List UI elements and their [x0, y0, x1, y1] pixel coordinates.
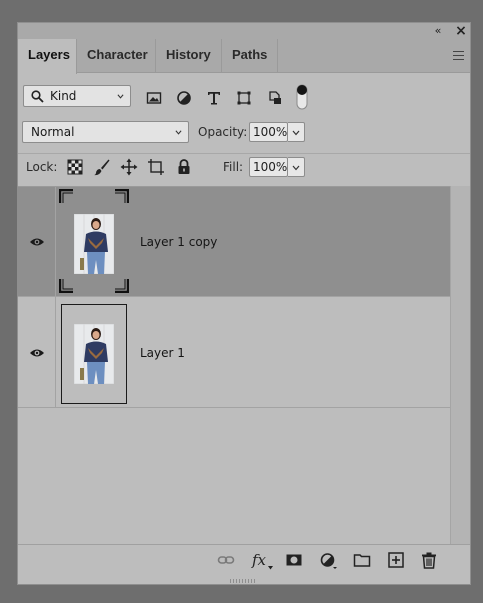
- adjustment-filter-icon[interactable]: [175, 89, 193, 107]
- layer-name[interactable]: Layer 1: [140, 346, 185, 360]
- blend-mode-value: Normal: [31, 125, 75, 139]
- chevron-down-icon: [292, 130, 300, 136]
- chevron-down-icon: [117, 94, 124, 99]
- layer-thumbnail[interactable]: [61, 304, 127, 404]
- opacity-label: Opacity:: [198, 125, 248, 139]
- link-layers-icon[interactable]: [217, 551, 235, 569]
- collapse-icon[interactable]: «: [431, 23, 445, 39]
- layer-thumbnail[interactable]: [59, 189, 129, 293]
- lock-position-icon[interactable]: [120, 158, 138, 176]
- layer-row-layer-1-copy[interactable]: Layer 1 copy: [18, 187, 451, 297]
- lock-artboard-icon[interactable]: [147, 158, 165, 176]
- tab-layers[interactable]: Layers: [18, 39, 77, 74]
- search-icon: [31, 90, 44, 103]
- new-group-icon[interactable]: [353, 551, 371, 569]
- lock-all-icon[interactable]: [175, 158, 193, 176]
- lock-pixels-icon[interactable]: [93, 158, 111, 176]
- blend-mode-select[interactable]: Normal: [22, 121, 189, 143]
- panel-tab-bar: Layers Character History Paths: [18, 39, 470, 74]
- chevron-down-icon: [175, 130, 182, 135]
- layers-scrollbar[interactable]: [450, 186, 470, 544]
- panel-title-bar: « ×: [18, 23, 470, 40]
- fill-input[interactable]: 100%: [249, 157, 288, 177]
- layers-panel: « × Layers Character History Paths Kind: [17, 22, 471, 585]
- layer-row-layer-1[interactable]: Layer 1: [18, 297, 451, 408]
- filter-row: Kind: [18, 83, 470, 113]
- smart-object-filter-icon[interactable]: [266, 89, 284, 107]
- lock-transparent-icon[interactable]: [66, 158, 84, 176]
- filter-kind-select[interactable]: Kind: [23, 85, 131, 107]
- fill-label: Fill:: [223, 160, 244, 174]
- filter-toggle-icon[interactable]: [296, 84, 308, 110]
- visibility-column-divider: [55, 297, 56, 407]
- layer-photo-thumbnail: [74, 214, 114, 274]
- fx-dropdown-icon: [268, 566, 273, 570]
- resize-grip[interactable]: [230, 579, 256, 583]
- shape-filter-icon[interactable]: [235, 89, 253, 107]
- delete-layer-icon[interactable]: [420, 551, 438, 569]
- tab-character[interactable]: Character: [77, 39, 156, 73]
- fx-icon[interactable]: fx: [252, 551, 266, 569]
- tab-paths[interactable]: Paths: [222, 39, 278, 73]
- tab-history[interactable]: History: [156, 39, 222, 73]
- opacity-input[interactable]: 100%: [249, 122, 288, 142]
- type-filter-icon[interactable]: [205, 89, 223, 107]
- new-adjustment-icon[interactable]: [319, 551, 337, 569]
- lock-label: Lock:: [26, 160, 58, 174]
- blend-row: Normal Opacity: 100%: [18, 119, 470, 145]
- image-filter-icon[interactable]: [145, 89, 163, 107]
- visibility-column-divider: [55, 187, 56, 296]
- fill-dropdown[interactable]: [288, 157, 305, 177]
- eye-icon[interactable]: [29, 348, 45, 358]
- filter-kind-label: Kind: [50, 89, 77, 103]
- eye-icon[interactable]: [29, 237, 45, 247]
- layers-list: Layer 1 copy Layer 1: [18, 186, 451, 545]
- add-mask-icon[interactable]: [285, 551, 303, 569]
- layer-name[interactable]: Layer 1 copy: [140, 235, 217, 249]
- layer-photo-thumbnail: [74, 324, 114, 384]
- new-layer-icon[interactable]: [387, 551, 405, 569]
- layers-bottom-toolbar: fx: [18, 544, 470, 576]
- close-icon[interactable]: ×: [454, 23, 468, 39]
- chevron-down-icon: [292, 165, 300, 171]
- lock-row: Lock: Fill: 100%: [18, 153, 470, 180]
- opacity-dropdown[interactable]: [288, 122, 305, 142]
- panel-menu-icon[interactable]: [453, 51, 464, 60]
